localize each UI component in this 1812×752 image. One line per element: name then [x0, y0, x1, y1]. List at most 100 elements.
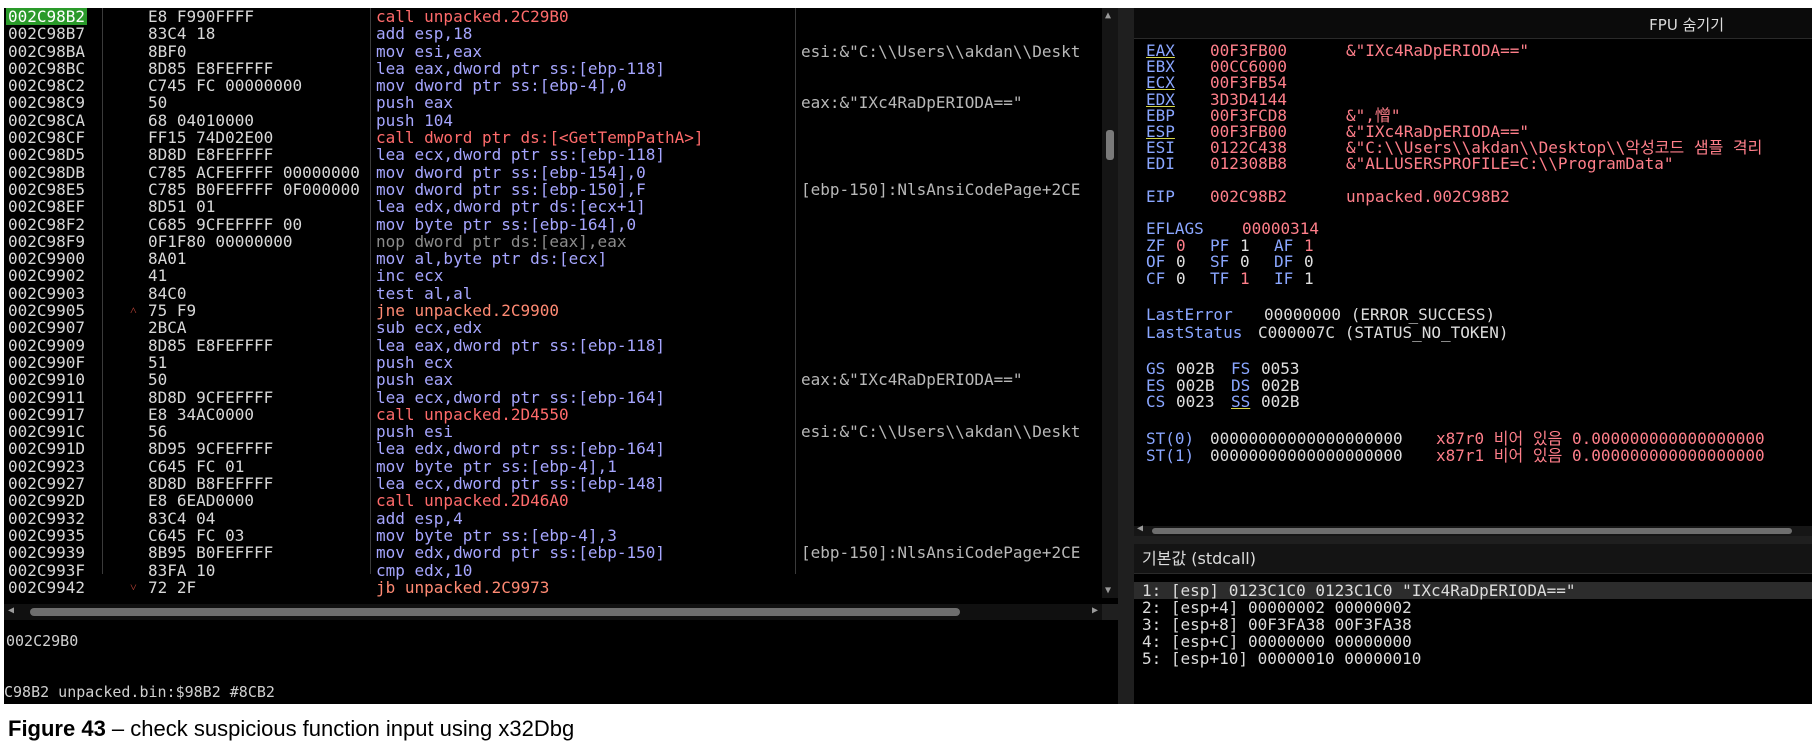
figure-label: Figure 43: [8, 716, 106, 741]
disasm-row[interactable]: 002C992D E8 6EAD0000 call unpacked.2D46A0: [4, 491, 1102, 511]
disasm-row[interactable]: 002C9907 2BCA sub ecx,edx: [4, 319, 1102, 337]
stack-argument-row[interactable]: 5: [esp+10] 00000010 00000010: [1142, 650, 1421, 667]
instruction-bytes: 8D8D 9CFEFFFF: [148, 387, 274, 407]
last-status-name: LastStatus: [1146, 323, 1243, 343]
disasm-row[interactable]: 002C9935 C645 FC 03 mov byte ptr ss:[ebp-4…: [4, 525, 1102, 545]
instruction-bytes: 50: [148, 93, 168, 113]
instruction-bytes: 51: [148, 352, 168, 372]
instruction-text: jb unpacked.2C9973: [376, 577, 550, 597]
instruction-text: mov edx,dword ptr ss:[ebp-150]: [376, 543, 665, 563]
disasm-row[interactable]: 002C991C 56 push esi esi:&"C:\\Users\\akdan…: [4, 422, 1102, 442]
instruction-bytes: E8 34AC0000: [148, 404, 254, 424]
stack-argument-row[interactable]: 2: [esp+4] 00000002 00000002: [1142, 599, 1412, 616]
column-separator[interactable]: [795, 8, 796, 574]
instruction-address: 002C993F: [8, 560, 86, 580]
scroll-thumb[interactable]: [1106, 130, 1114, 160]
flag-name: TF: [1210, 268, 1230, 288]
disasm-row[interactable]: 002C991D 8D95 9CFEFFFF lea edx,dword ptr s…: [4, 440, 1102, 458]
instruction-text: cmp edx,10: [376, 560, 473, 580]
disasm-row[interactable]: 002C98D5 8D8D E8FEFFFF lea ecx,dword ptr s…: [4, 146, 1102, 164]
disasm-row[interactable]: 002C993F 83FA 10 cmp edx,10: [4, 560, 1102, 580]
disasm-row[interactable]: 002C9917 E8 34AC0000 call unpacked.2D4550: [4, 404, 1102, 424]
instruction-address: 002C992D: [8, 491, 86, 511]
instruction-bytes: C785 ACFEFFFF 00000000: [148, 162, 360, 182]
disasm-row[interactable]: 002C9902 41 inc ecx: [4, 267, 1102, 285]
disasm-row[interactable]: 002C9932 83C4 04 add esp,4: [4, 508, 1102, 528]
disasm-row[interactable]: 002C990F 51 push ecx: [4, 352, 1102, 372]
last-error-name: LastError: [1146, 305, 1233, 325]
instruction-text: call unpacked.2D4550: [376, 404, 569, 424]
instruction-text: mov byte ptr ss:[ebp-4],3: [376, 525, 617, 545]
registers-horizontal-scrollbar[interactable]: ◀: [1134, 523, 1812, 536]
disasm-row[interactable]: 002C98BC 8D85 E8FEFFFF lea eax,dword ptr s…: [4, 60, 1102, 78]
calling-convention-dropdown[interactable]: 기본값 (stdcall): [1134, 544, 1812, 574]
register-value[interactable]: 002C98B2: [1210, 187, 1287, 206]
disasm-row[interactable]: 002C98E5 C785 B0FEFFFF 0F000000 mov dword …: [4, 181, 1102, 199]
flag-value[interactable]: 0: [1176, 269, 1186, 288]
fpu-register-value[interactable]: 00000000000000000000: [1210, 446, 1403, 465]
instruction-text: add esp,4: [376, 508, 463, 528]
scroll-thumb[interactable]: [30, 608, 960, 616]
instruction-bytes: 8BF0: [148, 41, 187, 61]
disasm-row[interactable]: 002C98B7 83C4 18 add esp,18: [4, 24, 1102, 44]
scroll-thumb[interactable]: [1152, 528, 1792, 534]
instruction-text: mov byte ptr ss:[ebp-4],1: [376, 456, 617, 476]
stack-argument-row[interactable]: 3: [esp+8] 00F3FA38 00F3FA38: [1142, 616, 1412, 633]
register-value[interactable]: 00000314: [1242, 219, 1319, 238]
instruction-bytes: 83C4 04: [148, 508, 216, 528]
disasm-row[interactable]: 002C98B2 E8 F990FFFF call unpacked.2C29B0: [4, 8, 1102, 25]
registers-view[interactable]: FPU 숨기기 EAX 00F3FB00 &"IXc4RaDpERIODA==" EB…: [1134, 8, 1812, 536]
disasm-row[interactable]: 002C98C2 C745 FC 00000000 mov dword ptr ss…: [4, 77, 1102, 95]
disasm-row[interactable]: 002C9909 8D85 E8FEFFFF lea eax,dword ptr s…: [4, 336, 1102, 354]
instruction-bytes: 56: [148, 422, 168, 442]
instruction-bytes: 8A01: [148, 249, 187, 269]
flag-value[interactable]: 1: [1304, 269, 1314, 288]
call-stack-arguments[interactable]: 기본값 (stdcall) 1: [esp] 0123C1C0 0123C1C0…: [1134, 544, 1812, 704]
disasm-row[interactable]: 002C9903 84C0 test al,al: [4, 284, 1102, 302]
disasm-row[interactable]: 002C98DB C785 ACFEFFFF 00000000 mov dword …: [4, 162, 1102, 182]
fpu-register-value[interactable]: 00000000000000000000: [1210, 429, 1403, 448]
scroll-left-icon[interactable]: ◀: [8, 605, 14, 616]
instruction-bytes: E8 6EAD0000: [148, 491, 254, 511]
disasm-row[interactable]: 002C9905 ˄ 75 F9 jne unpacked.2C9900: [4, 301, 1102, 321]
instruction-text: mov byte ptr ss:[ebp-164],0: [376, 214, 637, 234]
column-separator[interactable]: [102, 8, 103, 574]
disasm-row[interactable]: 002C98CF FF15 74D02E00 call dword ptr ds:[…: [4, 129, 1102, 147]
disasm-row[interactable]: 002C98BA 8BF0 mov esi,eax esi:&"C:\\Users\\…: [4, 41, 1102, 61]
scroll-down-icon[interactable]: ▼: [1105, 585, 1111, 596]
disasm-row[interactable]: 002C98CA 68 04010000 push 104: [4, 111, 1102, 129]
jump-arrow-icon: ˄: [130, 303, 137, 318]
disasm-row[interactable]: 002C9911 8D8D 9CFEFFFF lea ecx,dword ptr s…: [4, 387, 1102, 407]
disasm-row[interactable]: 002C9942 ˅ 72 2F jb unpacked.2C9973: [4, 577, 1102, 597]
disasm-row[interactable]: 002C98F2 C685 9CFEFFFF 00 mov byte ptr ss:…: [4, 214, 1102, 234]
register-value[interactable]: 012308B8: [1210, 155, 1287, 173]
register-comment: unpacked.002C98B2: [1346, 186, 1510, 206]
disasm-row[interactable]: 002C9923 C645 FC 01 mov byte ptr ss:[ebp-4…: [4, 456, 1102, 476]
disassembly-horizontal-scrollbar[interactable]: ◀ ▶: [4, 604, 1102, 620]
disassembly-vertical-scrollbar[interactable]: ▲ ▼: [1102, 8, 1118, 598]
disassembly-view[interactable]: 002C98B2 E8 F990FFFF call unpacked.2C29B0 0…: [4, 8, 1118, 604]
disasm-row[interactable]: 002C9910 50 push eax eax:&"IXc4RaDpERIODA==…: [4, 370, 1102, 390]
disasm-row[interactable]: 002C9939 8B95 B0FEFFFF mov edx,dword ptr s…: [4, 543, 1102, 563]
segment-value[interactable]: 002B: [1261, 393, 1300, 411]
flag-value[interactable]: 1: [1240, 269, 1250, 288]
scroll-up-icon[interactable]: ▲: [1105, 10, 1111, 21]
disasm-row[interactable]: 002C98EF 8D51 01 lea edx,dword ptr ds:[ecx…: [4, 198, 1102, 216]
instruction-comment: esi:&"C:\\Users\\akdan\\Deskt: [801, 423, 1081, 441]
scroll-left-icon[interactable]: ◀: [1137, 523, 1143, 534]
disasm-row[interactable]: 002C98C9 50 push eax eax:&"IXc4RaDpERIODA==…: [4, 93, 1102, 113]
scroll-right-icon[interactable]: ▶: [1092, 605, 1098, 616]
flag-name: CF: [1146, 268, 1166, 288]
disasm-row[interactable]: 002C98F9 0F1F80 00000000 nop dword ptr ds:…: [4, 231, 1102, 251]
hide-fpu-button[interactable]: FPU 숨기기: [1649, 14, 1724, 35]
instruction-address: 002C9905: [8, 301, 86, 321]
segment-value[interactable]: 0023: [1176, 393, 1215, 411]
instruction-bytes: 50: [148, 370, 168, 390]
column-separator[interactable]: [370, 8, 371, 574]
stack-argument-row[interactable]: 1: [esp] 0123C1C0 0123C1C0 "IXc4RaDpERIO…: [1134, 582, 1812, 599]
disasm-row[interactable]: 002C9927 8D8D B8FEFFFF lea ecx,dword ptr s…: [4, 475, 1102, 493]
instruction-address: 002C98F9: [8, 231, 86, 251]
instruction-address: 002C98B7: [8, 24, 86, 44]
stack-argument-row[interactable]: 4: [esp+C] 00000000 00000000: [1142, 633, 1412, 650]
disasm-row[interactable]: 002C9900 8A01 mov al,byte ptr ds:[ecx]: [4, 249, 1102, 269]
